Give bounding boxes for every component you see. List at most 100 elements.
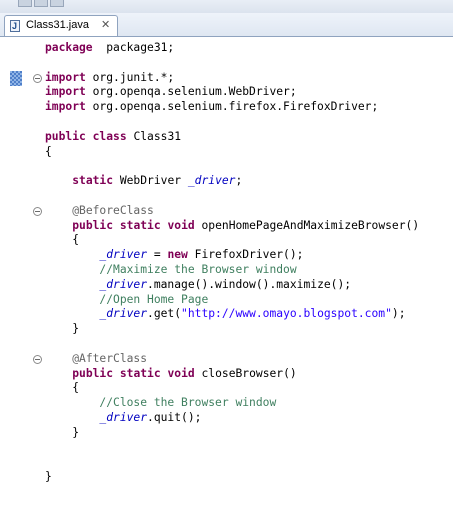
bookmark-marker-icon[interactable]	[10, 71, 22, 86]
code-line[interactable]: {	[45, 145, 419, 160]
code-token: void	[167, 366, 195, 380]
code-token: }	[45, 470, 52, 484]
code-token: _driver	[99, 277, 148, 291]
code-token: package	[45, 41, 93, 54]
java-file-icon: J	[10, 20, 20, 32]
code-line[interactable]	[45, 441, 419, 456]
toolbar-icon[interactable]	[34, 0, 48, 7]
code-line[interactable]: @BeforeClass	[45, 204, 419, 219]
fold-collapse-icon[interactable]	[33, 355, 42, 364]
code-line[interactable]	[45, 56, 419, 71]
code-line[interactable]	[45, 159, 419, 174]
tab-title: Class31.java	[26, 19, 89, 31]
code-line[interactable]	[45, 455, 419, 470]
window-top-strip	[0, 0, 453, 14]
code-line[interactable]: import org.junit.*;	[45, 71, 419, 86]
code-token: static	[119, 366, 161, 380]
code-line[interactable]: _driver.manage().window().maximize();	[45, 278, 419, 293]
code-line[interactable]: //Close the Browser window	[45, 396, 419, 411]
code-token: public	[72, 366, 114, 380]
code-token: org.openqa.selenium.firefox.FirefoxDrive…	[85, 100, 379, 114]
code-line[interactable]: _driver.get("http://www.omayo.blogspot.c…	[45, 307, 419, 322]
fold-collapse-icon[interactable]	[33, 207, 42, 216]
code-token: void	[167, 218, 195, 232]
code-token: static	[119, 218, 161, 232]
code-token: //Close the Browser window	[99, 396, 277, 410]
code-line[interactable]: _driver = new FirefoxDriver();	[45, 248, 419, 263]
code-line[interactable]: }	[45, 322, 419, 337]
code-token: .quit();	[147, 410, 202, 424]
code-token: //Maximize the Browser window	[99, 262, 297, 276]
code-line[interactable]: _driver.quit();	[45, 411, 419, 426]
code-token: }	[45, 322, 80, 336]
code-token: .manage().window().maximize();	[147, 277, 352, 291]
code-token: org.junit.*;	[85, 70, 175, 84]
code-line[interactable]: {	[45, 233, 419, 248]
code-line[interactable]: static WebDriver _driver;	[45, 174, 419, 189]
code-line[interactable]: //Open Home Page	[45, 293, 419, 308]
code-token: WebDriver	[113, 174, 188, 188]
code-token: );	[391, 307, 406, 321]
code-token: .get(	[147, 307, 182, 321]
code-line[interactable]: import org.openqa.selenium.WebDriver;	[45, 85, 419, 100]
code-token: {	[45, 233, 80, 247]
code-line[interactable]: public class Class31	[45, 130, 419, 145]
code-token: class	[92, 129, 127, 143]
code-token: Class31	[126, 129, 182, 143]
code-token: public	[45, 129, 86, 143]
code-token: package31;	[92, 41, 175, 54]
code-token: ;	[235, 174, 243, 188]
code-line[interactable]: //Maximize the Browser window	[45, 263, 419, 278]
code-token: "http://www.omayo.blogspot.com"	[181, 307, 392, 321]
code-line[interactable]: public static void openHomePageAndMaximi…	[45, 219, 419, 234]
code-editor[interactable]: package package31; import org.junit.*; im…	[45, 41, 419, 485]
code-line[interactable]: import org.openqa.selenium.firefox.Firef…	[45, 100, 419, 115]
code-token: //Open Home Page	[99, 292, 209, 306]
code-token: import	[45, 85, 86, 99]
code-line[interactable]: }	[45, 470, 419, 485]
editor-tab-bar: J Class31.java ✕	[0, 13, 453, 37]
code-line[interactable]	[45, 189, 419, 204]
code-line[interactable]: @AfterClass	[45, 352, 419, 367]
code-token: {	[45, 381, 80, 395]
code-line[interactable]	[45, 337, 419, 352]
code-line[interactable]: }	[45, 426, 419, 441]
code-token: openHomePageAndMaximizeBrowser()	[194, 218, 420, 232]
close-icon[interactable]: ✕	[101, 18, 110, 31]
code-line[interactable]: {	[45, 381, 419, 396]
code-token: org.openqa.selenium.WebDriver;	[85, 85, 297, 99]
code-token: FirefoxDriver();	[187, 248, 304, 262]
toolbar-icon[interactable]	[18, 0, 32, 7]
code-token: _driver	[187, 174, 236, 188]
editor-gutter	[0, 37, 26, 507]
fold-collapse-icon[interactable]	[33, 74, 42, 83]
code-token: @BeforeClass	[72, 203, 154, 217]
code-line[interactable]	[45, 115, 419, 130]
code-token: new	[167, 248, 188, 262]
code-token: {	[45, 144, 52, 158]
code-token: }	[45, 425, 80, 439]
code-token: =	[147, 248, 168, 262]
code-token: @AfterClass	[72, 351, 148, 365]
code-token: import	[45, 100, 86, 114]
code-token: closeBrowser()	[194, 366, 297, 380]
code-token: public	[72, 218, 114, 232]
code-token: _driver	[99, 248, 148, 262]
code-line[interactable]: package package31;	[45, 41, 419, 56]
code-token: import	[45, 70, 86, 84]
editor-tab-class31[interactable]: J Class31.java ✕	[4, 15, 118, 36]
code-line[interactable]: public static void closeBrowser()	[45, 367, 419, 382]
toolbar-icon[interactable]	[50, 0, 64, 7]
